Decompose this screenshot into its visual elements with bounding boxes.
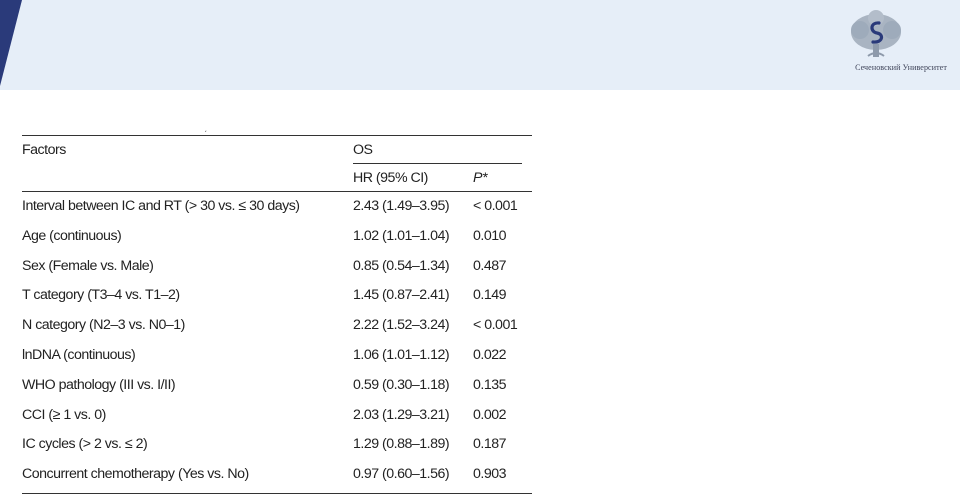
caption-fragment-mark: ˏ <box>204 122 207 132</box>
table-top-rule <box>22 135 532 136</box>
cell-p: 0.002 <box>473 407 507 423</box>
cell-factor: Interval between IC and RT (> 30 vs. ≤ 3… <box>22 198 300 214</box>
header-factors: Factors <box>22 142 66 158</box>
cell-factor: IC cycles (> 2 vs. ≤ 2) <box>22 436 148 452</box>
cell-p: 0.149 <box>473 287 507 303</box>
cell-p: 0.022 <box>473 347 507 363</box>
cell-p: < 0.001 <box>473 198 518 214</box>
cell-hr: 2.22 (1.52–3.24) <box>353 317 450 333</box>
cell-p: 0.903 <box>473 466 507 482</box>
logo-tree-icon <box>851 10 901 57</box>
cell-hr: 0.85 (0.54–1.34) <box>353 258 450 274</box>
cell-hr: 1.45 (0.87–2.41) <box>353 287 450 303</box>
header-os: OS <box>353 142 373 158</box>
cell-factor: lnDNA (continuous) <box>22 347 136 363</box>
cell-factor: N category (N2–3 vs. N0–1) <box>22 317 185 333</box>
table-bottom-rule <box>22 493 532 494</box>
cell-p: < 0.001 <box>473 317 518 333</box>
cell-hr: 2.43 (1.49–3.95) <box>353 198 450 214</box>
cell-factor: Age (continuous) <box>22 228 122 244</box>
header-band: Сеченовский Университет <box>0 0 960 90</box>
cell-factor: WHO pathology (III vs. I/II) <box>22 377 176 393</box>
logo-text: Сеченовский Университет <box>855 63 947 72</box>
cell-hr: 0.97 (0.60–1.56) <box>353 466 450 482</box>
header-hr: HR (95% CI) <box>353 170 428 186</box>
header-p: P* <box>473 170 487 186</box>
cell-p: 0.487 <box>473 258 507 274</box>
header-accent-stripe <box>0 0 22 86</box>
university-logo: Сеченовский Университет <box>846 10 956 78</box>
cell-factor: Concurrent chemotherapy (Yes vs. No) <box>22 466 249 482</box>
cell-factor: T category (T3–4 vs. T1–2) <box>22 287 180 303</box>
cell-hr: 1.02 (1.01–1.04) <box>353 228 450 244</box>
cell-p: 0.010 <box>473 228 507 244</box>
header-bottom-rule <box>22 191 532 192</box>
os-group-rule <box>353 163 522 164</box>
cell-factor: Sex (Female vs. Male) <box>22 258 154 274</box>
cell-hr: 0.59 (0.30–1.18) <box>353 377 450 393</box>
cell-hr: 1.29 (0.88–1.89) <box>353 436 450 452</box>
results-table: ˏ Factors OS HR (95% CI) P* Interval bet… <box>22 122 534 497</box>
cell-p: 0.135 <box>473 377 507 393</box>
cell-hr: 1.06 (1.01–1.12) <box>353 347 450 363</box>
cell-hr: 2.03 (1.29–3.21) <box>353 407 450 423</box>
cell-factor: CCI (≥ 1 vs. 0) <box>22 407 106 423</box>
cell-p: 0.187 <box>473 436 507 452</box>
